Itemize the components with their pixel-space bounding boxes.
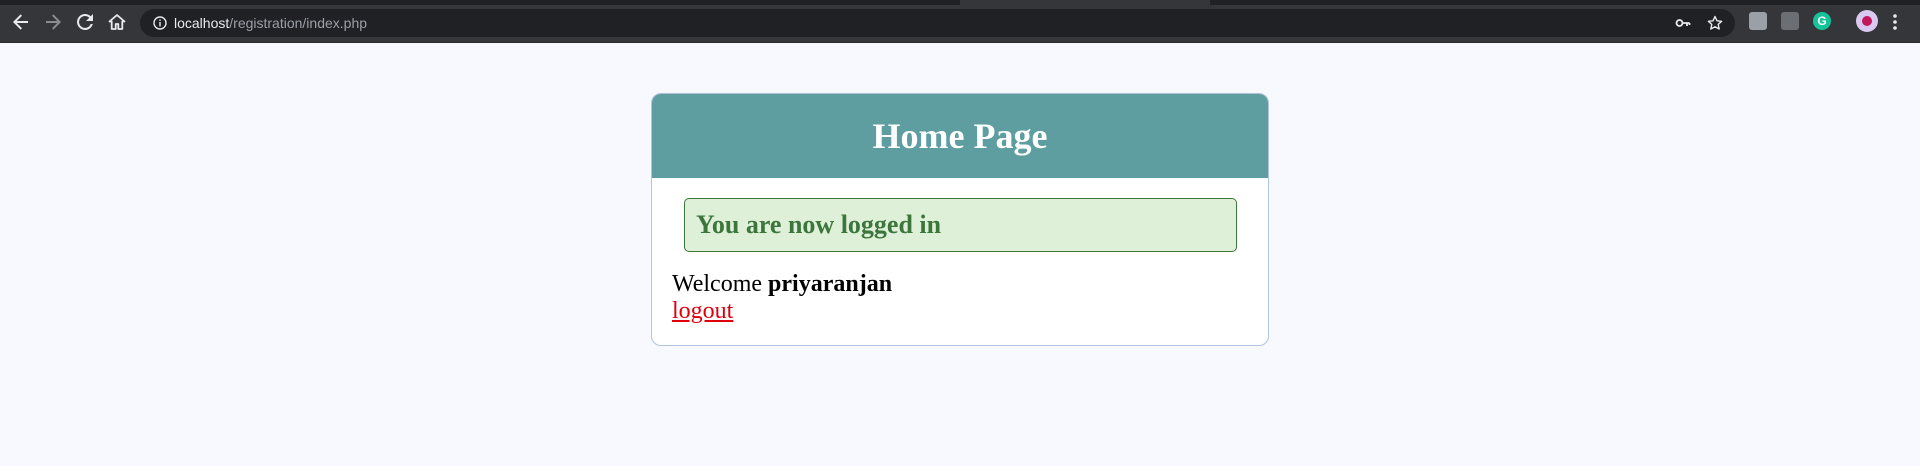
- grammarly-icon[interactable]: G: [1813, 12, 1831, 30]
- profile-avatar[interactable]: [1856, 10, 1878, 32]
- page-title: Home Page: [872, 116, 1048, 156]
- home-card: Home Page You are now logged in Welcome …: [651, 93, 1269, 346]
- welcome-text: Welcome priyaranjan: [672, 271, 892, 298]
- browser-toolbar: localhost/registration/index.php G: [0, 0, 1920, 43]
- url-host: localhost: [174, 15, 230, 31]
- star-icon[interactable]: [1707, 15, 1723, 31]
- extension-icon[interactable]: [1749, 12, 1767, 30]
- home-button[interactable]: [106, 11, 128, 33]
- username: priyaranjan: [768, 271, 893, 297]
- avatar-dot: [1862, 16, 1872, 26]
- success-message: You are now logged in: [696, 210, 942, 239]
- info-icon[interactable]: [153, 16, 167, 30]
- key-icon[interactable]: [1675, 15, 1691, 31]
- url-path: /registration/index.php: [229, 15, 368, 31]
- tab-strip-edge: [0, 0, 960, 5]
- more-menu-icon[interactable]: [1892, 13, 1898, 31]
- home-icon: [108, 14, 126, 30]
- url-text[interactable]: localhost/registration/index.php: [174, 15, 367, 31]
- success-alert: You are now logged in: [684, 198, 1237, 252]
- address-bar[interactable]: localhost/registration/index.php: [140, 9, 1735, 37]
- welcome-prefix: Welcome: [672, 271, 763, 297]
- extension-location-icon[interactable]: [1781, 12, 1799, 30]
- logout-link[interactable]: logout: [672, 298, 733, 325]
- back-button[interactable]: [10, 11, 32, 33]
- forward-arrow-icon: [46, 14, 61, 30]
- reload-icon: [77, 13, 93, 30]
- forward-button[interactable]: [42, 11, 64, 33]
- reload-button[interactable]: [74, 11, 96, 33]
- back-arrow-icon: [13, 14, 28, 30]
- card-header: Home Page: [652, 94, 1268, 178]
- tab-strip-edge: [1210, 0, 1920, 5]
